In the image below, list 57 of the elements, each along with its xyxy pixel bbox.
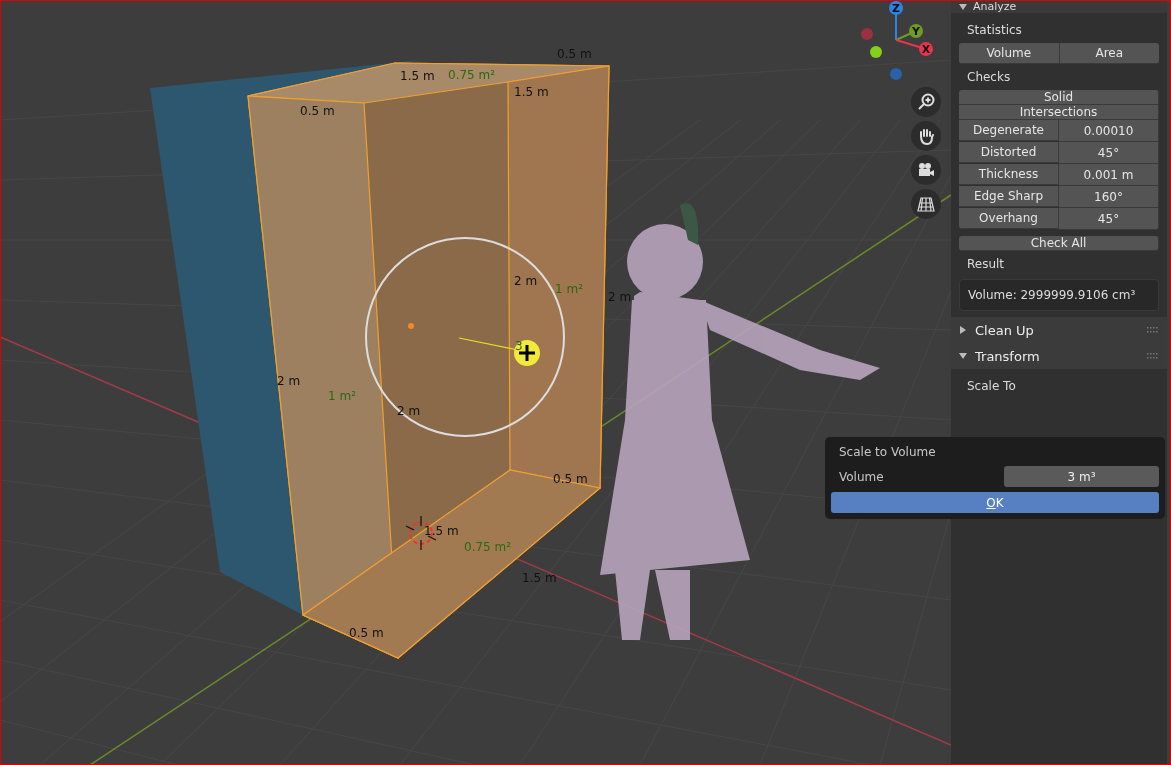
- threshold-field[interactable]: 45°: [1059, 208, 1159, 230]
- result-text: Volume: 2999999.9106 cm³: [959, 279, 1159, 311]
- section-title[interactable]: Clean Up: [975, 322, 1034, 338]
- collapsed-triangle-icon[interactable]: [959, 326, 967, 334]
- panel-title: Analyze: [973, 0, 1017, 13]
- section-title[interactable]: Transform: [975, 348, 1040, 364]
- zoom-icon[interactable]: [911, 87, 941, 117]
- section-label: Checks: [966, 69, 1012, 86]
- area-label: 0.75 m²: [448, 68, 496, 82]
- plus-cursor-icon: [514, 340, 540, 366]
- area-label: 3: [515, 339, 523, 353]
- statistics-button[interactable]: Volume: [959, 43, 1060, 64]
- negative-y-axis-dot[interactable]: [870, 46, 882, 58]
- length-label: 0.5 m: [553, 472, 588, 486]
- axis-handle[interactable]: Y: [895, 24, 923, 41]
- check-button[interactable]: Degenerate: [959, 120, 1059, 141]
- area-label: 1 m²: [328, 389, 356, 403]
- check-button[interactable]: Thickness: [959, 164, 1059, 185]
- threshold-field[interactable]: 0.001 m: [1059, 164, 1159, 186]
- check-button[interactable]: Intersections: [959, 105, 1159, 120]
- expanded-triangle-icon[interactable]: [959, 352, 967, 360]
- section-label: Statistics: [966, 22, 1023, 39]
- threshold-field[interactable]: 0.00010: [1059, 120, 1159, 142]
- field-label: Volume: [838, 469, 885, 484]
- camera-icon[interactable]: [911, 155, 941, 185]
- threshold-field[interactable]: 45°: [1059, 142, 1159, 164]
- statistics-button[interactable]: Area: [1059, 43, 1159, 64]
- axis-handle[interactable]: X: [895, 39, 933, 56]
- expanded-triangle-icon[interactable]: [959, 2, 967, 11]
- section-label: Scale To: [966, 378, 1017, 395]
- check-button[interactable]: Distorted: [959, 142, 1059, 163]
- check-button[interactable]: Solid: [959, 90, 1159, 105]
- length-label: 1.5 m: [424, 524, 459, 538]
- length-label: 0.5 m: [300, 104, 335, 118]
- volume-field[interactable]: 3 m³: [1004, 466, 1159, 487]
- length-label: 2 m: [277, 374, 301, 388]
- hand-icon[interactable]: [911, 121, 941, 151]
- drag-handle-icon[interactable]: [1147, 327, 1159, 333]
- check-button[interactable]: Overhang: [959, 208, 1059, 229]
- drag-handle-icon[interactable]: [1147, 353, 1159, 359]
- length-label: 0.5 m: [349, 626, 384, 640]
- area-label: 0.75 m²: [464, 540, 512, 554]
- negative-z-axis-dot[interactable]: [890, 68, 902, 80]
- length-label: 2 m: [514, 274, 538, 288]
- ok-button[interactable]: OK: [831, 492, 1159, 513]
- length-label: 1.5 m: [400, 69, 435, 83]
- area-label: 1 m²: [555, 282, 583, 296]
- popup-title: Scale to Volume: [838, 444, 937, 461]
- check-all-button[interactable]: Check All: [959, 236, 1159, 251]
- grid-icon[interactable]: [911, 189, 941, 219]
- axis-handle[interactable]: Z: [889, 1, 903, 41]
- section-label: Result: [966, 256, 1006, 273]
- check-button[interactable]: Edge Sharp: [959, 186, 1059, 207]
- length-label: 1.5 m: [514, 85, 549, 99]
- negative-x-axis-dot[interactable]: [861, 28, 873, 40]
- threshold-field[interactable]: 160°: [1059, 186, 1159, 208]
- origin-dot: [408, 323, 414, 329]
